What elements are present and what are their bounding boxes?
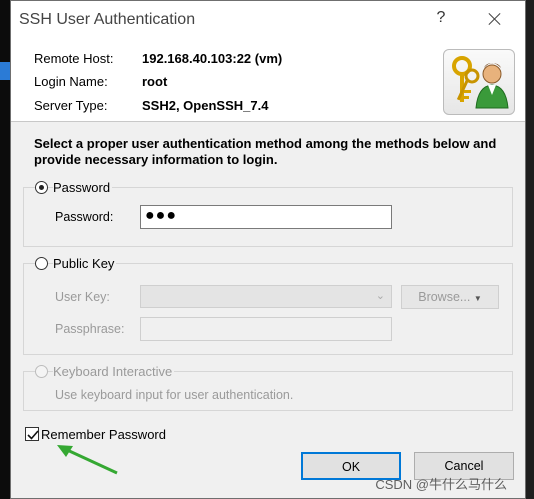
csdn-watermark: CSDN @牛什么马什么 xyxy=(375,477,507,492)
remember-password-label[interactable]: Remember Password xyxy=(41,427,166,442)
dropdown-arrow-icon: ▼ xyxy=(473,294,482,303)
dialog-title: SSH User Authentication xyxy=(19,11,196,28)
password-radio-label[interactable]: Password xyxy=(53,180,113,195)
public-key-radio-row[interactable]: Public Key xyxy=(35,256,117,271)
passphrase-input[interactable] xyxy=(140,317,392,341)
remember-password-checkbox[interactable] xyxy=(25,427,39,441)
browse-button[interactable]: Browse... ▼ xyxy=(401,285,499,309)
keyboard-interactive-label[interactable]: Keyboard Interactive xyxy=(53,364,175,379)
login-name-label: Login Name: xyxy=(34,74,108,89)
chevron-down-icon: ⌄ xyxy=(375,290,385,302)
remote-host-value: 192.168.40.103:22 (vm) xyxy=(142,51,283,66)
password-radio[interactable] xyxy=(35,181,48,194)
password-radio-row[interactable]: Password xyxy=(35,180,113,195)
login-name-value: root xyxy=(142,74,168,89)
instructions-text: Select a proper user authentication meth… xyxy=(34,136,497,167)
close-icon[interactable] xyxy=(481,7,509,31)
checkmark-icon xyxy=(27,430,39,440)
remote-host-label: Remote Host: xyxy=(34,51,114,66)
help-button[interactable]: ? xyxy=(431,9,451,27)
ssh-auth-dialog: SSH User Authentication ? Remote Host: 1… xyxy=(10,0,526,499)
password-input[interactable]: ●●● xyxy=(140,205,392,229)
public-key-radio-label[interactable]: Public Key xyxy=(53,256,117,271)
public-key-radio[interactable] xyxy=(35,257,48,270)
server-type-value: SSH2, OpenSSH_7.4 xyxy=(142,98,269,113)
password-field-label: Password: xyxy=(55,210,114,224)
connection-info-panel: Remote Host: 192.168.40.103:22 (vm) Logi… xyxy=(11,39,525,122)
keyboard-interactive-radio-row[interactable]: Keyboard Interactive xyxy=(35,364,175,379)
keyboard-interactive-description: Use keyboard input for user authenticati… xyxy=(55,388,294,402)
user-key-select[interactable]: ⌄ xyxy=(140,285,392,308)
title-bar: SSH User Authentication ? xyxy=(11,1,525,39)
keyboard-interactive-radio[interactable] xyxy=(35,365,48,378)
browse-button-label: Browse... xyxy=(418,290,471,304)
passphrase-label: Passphrase: xyxy=(55,322,125,336)
annotation-arrow-icon xyxy=(57,445,118,475)
keys-user-icon xyxy=(443,49,515,115)
user-key-label: User Key: xyxy=(55,290,110,304)
background-terminal-tab xyxy=(0,62,10,80)
server-type-label: Server Type: xyxy=(34,98,108,113)
